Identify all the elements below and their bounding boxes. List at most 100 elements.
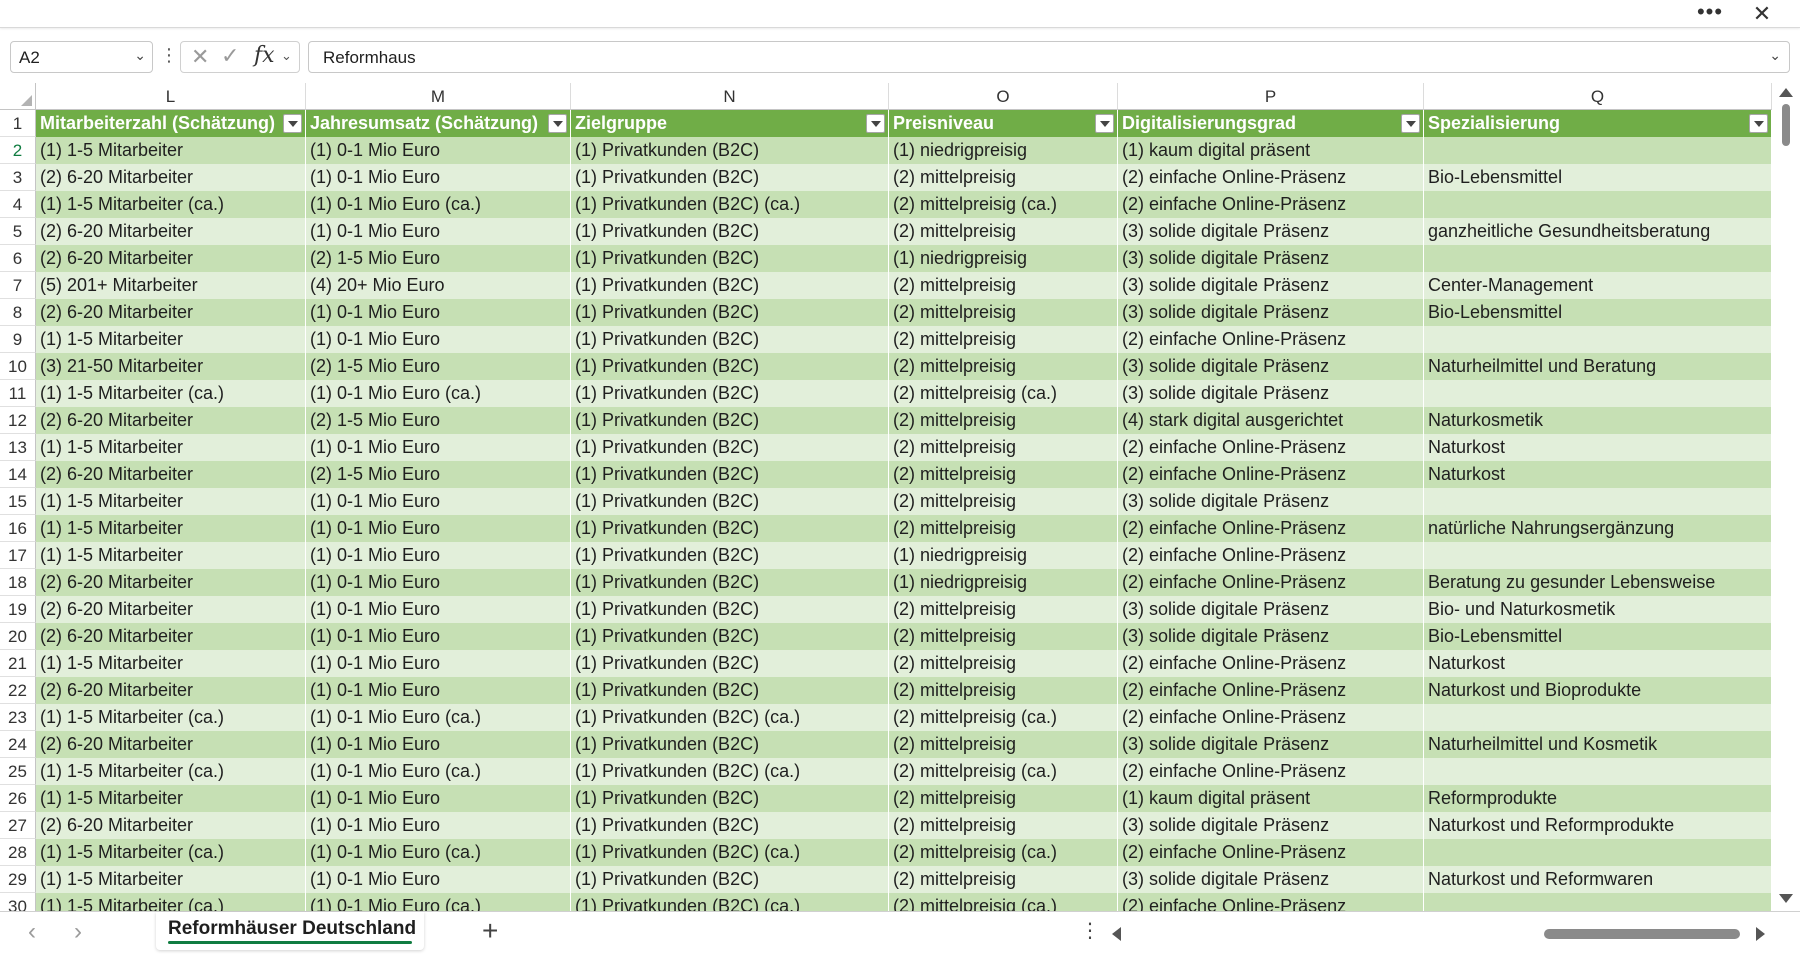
row-number[interactable]: 26 — [0, 785, 36, 812]
row-number[interactable]: 9 — [0, 326, 36, 353]
column-header-l[interactable]: L — [36, 83, 306, 110]
row-number[interactable]: 29 — [0, 866, 36, 893]
table-cell[interactable]: (1) 1-5 Mitarbeiter — [36, 785, 306, 812]
table-cell[interactable]: (1) Privatkunden (B2C) — [571, 299, 889, 326]
table-cell[interactable] — [1424, 191, 1772, 218]
row-number[interactable]: 30 — [0, 893, 36, 911]
table-cell[interactable]: Beratung zu gesunder Lebensweise — [1424, 569, 1772, 596]
table-cell[interactable]: (2) einfache Online-Präsenz — [1118, 191, 1424, 218]
header-cell[interactable]: Spezialisierung — [1424, 110, 1772, 137]
header-cell[interactable]: Digitalisierungsgrad — [1118, 110, 1424, 137]
table-cell[interactable]: Naturheilmittel und Kosmetik — [1424, 731, 1772, 758]
table-cell[interactable]: (3) solide digitale Präsenz — [1118, 596, 1424, 623]
table-cell[interactable]: (1) Privatkunden (B2C) — [571, 164, 889, 191]
table-cell[interactable]: (2) mittelpreisig (ca.) — [889, 893, 1118, 911]
table-cell[interactable]: Bio-Lebensmittel — [1424, 299, 1772, 326]
filter-dropdown-icon[interactable] — [1749, 114, 1768, 133]
table-cell[interactable]: (3) 21-50 Mitarbeiter — [36, 353, 306, 380]
table-cell[interactable]: (2) 6-20 Mitarbeiter — [36, 245, 306, 272]
table-cell[interactable]: (1) 0-1 Mio Euro — [306, 596, 571, 623]
table-cell[interactable]: (1) 0-1 Mio Euro — [306, 515, 571, 542]
table-cell[interactable]: (1) 0-1 Mio Euro — [306, 623, 571, 650]
table-cell[interactable]: (1) 1-5 Mitarbeiter — [36, 137, 306, 164]
table-cell[interactable]: (1) Privatkunden (B2C) — [571, 218, 889, 245]
table-cell[interactable]: (2) einfache Online-Präsenz — [1118, 893, 1424, 911]
table-cell[interactable] — [1424, 758, 1772, 785]
row-number[interactable]: 16 — [0, 515, 36, 542]
row-number[interactable]: 11 — [0, 380, 36, 407]
table-cell[interactable]: (2) mittelpreisig — [889, 461, 1118, 488]
chevron-right-icon[interactable]: › — [74, 920, 82, 944]
table-cell[interactable]: (2) 6-20 Mitarbeiter — [36, 812, 306, 839]
table-cell[interactable]: (2) mittelpreisig — [889, 866, 1118, 893]
table-cell[interactable]: (2) mittelpreisig (ca.) — [889, 839, 1118, 866]
filter-dropdown-icon[interactable] — [1401, 114, 1420, 133]
table-cell[interactable]: (1) Privatkunden (B2C) — [571, 731, 889, 758]
table-cell[interactable]: Naturkost — [1424, 434, 1772, 461]
table-cell[interactable]: (1) 1-5 Mitarbeiter — [36, 542, 306, 569]
table-cell[interactable]: (1) 1-5 Mitarbeiter — [36, 515, 306, 542]
table-cell[interactable] — [1424, 893, 1772, 911]
table-cell[interactable]: (1) Privatkunden (B2C) — [571, 677, 889, 704]
vertical-dots-icon[interactable]: ⋮ — [1080, 920, 1100, 942]
row-number[interactable]: 24 — [0, 731, 36, 758]
table-cell[interactable]: (1) 0-1 Mio Euro (ca.) — [306, 839, 571, 866]
header-cell[interactable]: Jahresumsatz (Schätzung) — [306, 110, 571, 137]
row-number[interactable]: 6 — [0, 245, 36, 272]
table-cell[interactable]: ganzheitliche Gesundheitsberatung — [1424, 218, 1772, 245]
table-cell[interactable]: (2) mittelpreisig — [889, 623, 1118, 650]
row-number[interactable]: 18 — [0, 569, 36, 596]
table-cell[interactable]: (3) solide digitale Präsenz — [1118, 380, 1424, 407]
table-cell[interactable]: (1) Privatkunden (B2C) — [571, 866, 889, 893]
table-cell[interactable]: (2) 6-20 Mitarbeiter — [36, 677, 306, 704]
row-number[interactable]: 14 — [0, 461, 36, 488]
table-cell[interactable]: (1) niedrigpreisig — [889, 569, 1118, 596]
table-cell[interactable]: (2) mittelpreisig — [889, 596, 1118, 623]
table-cell[interactable]: (2) einfache Online-Präsenz — [1118, 704, 1424, 731]
table-cell[interactable]: (1) Privatkunden (B2C) — [571, 272, 889, 299]
table-cell[interactable] — [1424, 542, 1772, 569]
table-cell[interactable]: Naturkost — [1424, 650, 1772, 677]
table-cell[interactable]: Center-Management — [1424, 272, 1772, 299]
table-cell[interactable]: (2) mittelpreisig — [889, 326, 1118, 353]
table-cell[interactable] — [1424, 839, 1772, 866]
table-cell[interactable] — [1424, 488, 1772, 515]
table-cell[interactable]: (2) 1-5 Mio Euro — [306, 407, 571, 434]
table-cell[interactable]: (2) mittelpreisig (ca.) — [889, 758, 1118, 785]
table-cell[interactable]: (2) mittelpreisig — [889, 731, 1118, 758]
table-cell[interactable]: (2) 6-20 Mitarbeiter — [36, 407, 306, 434]
insert-function-icon[interactable]: fx — [254, 44, 275, 68]
scroll-right-icon[interactable] — [1756, 927, 1765, 941]
table-cell[interactable]: (3) solide digitale Präsenz — [1118, 245, 1424, 272]
table-cell[interactable]: (2) 6-20 Mitarbeiter — [36, 596, 306, 623]
table-cell[interactable]: (1) 1-5 Mitarbeiter — [36, 326, 306, 353]
row-number[interactable]: 17 — [0, 542, 36, 569]
table-cell[interactable]: (2) mittelpreisig — [889, 407, 1118, 434]
table-cell[interactable]: (2) mittelpreisig — [889, 650, 1118, 677]
table-cell[interactable]: (2) mittelpreisig (ca.) — [889, 380, 1118, 407]
column-header-o[interactable]: O — [889, 83, 1118, 110]
table-cell[interactable]: (1) Privatkunden (B2C) (ca.) — [571, 839, 889, 866]
table-cell[interactable]: (1) 0-1 Mio Euro (ca.) — [306, 191, 571, 218]
table-cell[interactable]: (2) 6-20 Mitarbeiter — [36, 299, 306, 326]
row-number[interactable]: 4 — [0, 191, 36, 218]
table-cell[interactable]: (3) solide digitale Präsenz — [1118, 218, 1424, 245]
table-cell[interactable]: (1) Privatkunden (B2C) — [571, 623, 889, 650]
row-number[interactable]: 10 — [0, 353, 36, 380]
sheet-tab-reformhaeuser[interactable]: Reformhäuser Deutschland — [156, 912, 424, 950]
table-cell[interactable]: (2) mittelpreisig — [889, 812, 1118, 839]
table-cell[interactable]: (2) 6-20 Mitarbeiter — [36, 218, 306, 245]
table-cell[interactable]: (1) 1-5 Mitarbeiter (ca.) — [36, 758, 306, 785]
table-cell[interactable]: Naturkost und Reformwaren — [1424, 866, 1772, 893]
filter-dropdown-icon[interactable] — [283, 114, 302, 133]
table-cell[interactable]: (1) 0-1 Mio Euro — [306, 866, 571, 893]
table-cell[interactable]: (1) 0-1 Mio Euro — [306, 137, 571, 164]
table-cell[interactable]: (2) 6-20 Mitarbeiter — [36, 164, 306, 191]
table-cell[interactable]: (1) Privatkunden (B2C) — [571, 542, 889, 569]
table-cell[interactable]: (2) einfache Online-Präsenz — [1118, 677, 1424, 704]
cancel-icon[interactable]: ✕ — [191, 46, 209, 68]
table-cell[interactable]: (1) Privatkunden (B2C) — [571, 353, 889, 380]
table-cell[interactable]: (3) solide digitale Präsenz — [1118, 488, 1424, 515]
table-cell[interactable]: (2) einfache Online-Präsenz — [1118, 758, 1424, 785]
table-cell[interactable] — [1424, 245, 1772, 272]
